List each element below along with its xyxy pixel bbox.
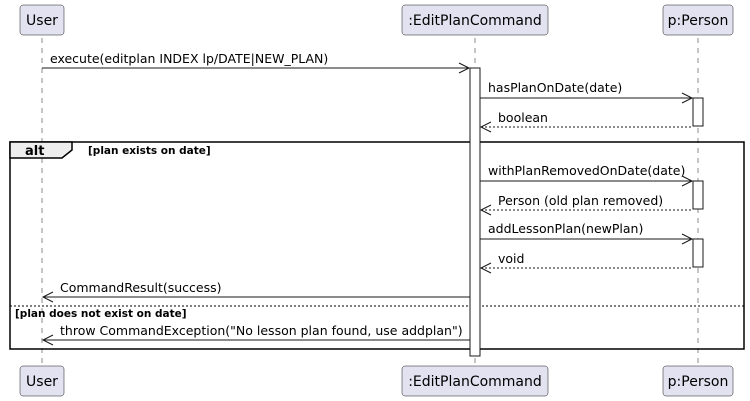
participant-person-bottom: p:Person [662, 365, 734, 397]
message-command-result-label: CommandResult(success) [60, 280, 222, 295]
message-throw-exception-label: throw CommandException("No lesson plan f… [60, 323, 463, 338]
participant-person-top: p:Person [662, 4, 734, 36]
participant-editplancommand-label: :EditPlanCommand [408, 13, 542, 29]
activation-person-addplan [692, 238, 704, 268]
guard-plan-exists: [plan exists on date] [88, 145, 211, 157]
participant-editplancommand-top: :EditPlanCommand [401, 4, 549, 36]
message-void-label: void [498, 251, 524, 266]
participant-user-bottom: User [19, 365, 65, 397]
message-with-plan-removed: withPlanRemovedOnDate(date) [480, 163, 694, 187]
message-command-result: CommandResult(success) [41, 280, 470, 303]
message-boolean-label: boolean [498, 110, 548, 125]
message-boolean-return: boolean [479, 110, 693, 133]
message-has-plan-label: hasPlanOnDate(date) [488, 80, 622, 95]
alt-label: alt [25, 144, 44, 159]
message-add-lesson-plan: addLessonPlan(newPlan) [480, 221, 694, 245]
participant-editplancommand-bottom: :EditPlanCommand [401, 365, 549, 397]
activation-person-hasplan [692, 97, 704, 127]
message-void-return: void [479, 251, 693, 274]
sequence-diagram: alt [plan exists on date] [plan does not… [9, 4, 745, 397]
message-throw-exception: throw CommandException("No lesson plan f… [41, 323, 470, 346]
guard-plan-not-exists: [plan does not exist on date] [15, 308, 187, 320]
participant-editplancommand-label-bottom: :EditPlanCommand [408, 374, 542, 390]
message-person-return-label: Person (old plan removed) [498, 193, 663, 208]
message-execute-label: execute(editplan INDEX lp/DATE|NEW_PLAN) [50, 51, 328, 66]
message-with-plan-removed-label: withPlanRemovedOnDate(date) [488, 163, 685, 178]
message-execute: execute(editplan INDEX lp/DATE|NEW_PLAN) [42, 51, 471, 74]
message-has-plan-on-date: hasPlanOnDate(date) [480, 80, 694, 104]
participant-user-label-bottom: User [26, 374, 58, 390]
activation-person-removeplan [692, 180, 704, 210]
activation-editplancommand [469, 67, 481, 357]
message-add-lesson-plan-label: addLessonPlan(newPlan) [488, 221, 643, 236]
participant-person-label-bottom: p:Person [668, 374, 729, 390]
participant-user-label: User [26, 13, 58, 29]
message-person-return: Person (old plan removed) [479, 193, 693, 216]
participant-user-top: User [19, 4, 65, 36]
participant-person-label: p:Person [668, 13, 729, 29]
